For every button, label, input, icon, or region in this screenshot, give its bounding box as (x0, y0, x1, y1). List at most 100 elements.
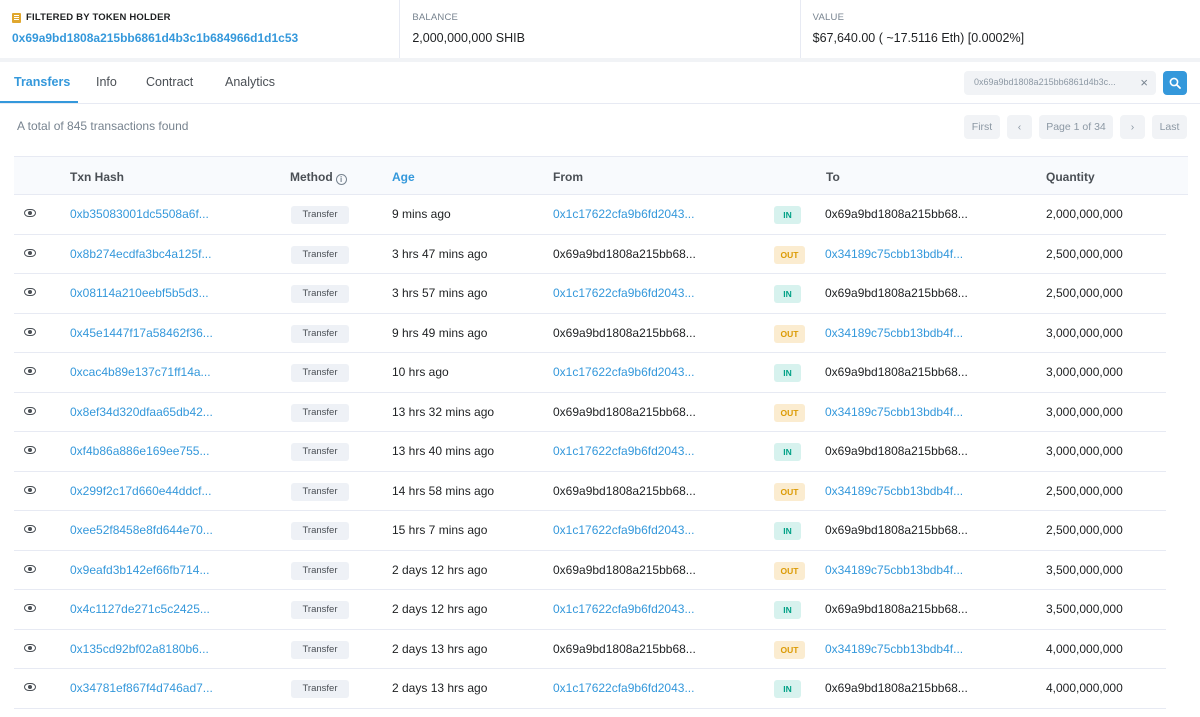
method-badge: Transfer (291, 364, 349, 382)
from-address[interactable]: 0x1c17622cfa9b6fd2043... (553, 444, 694, 458)
method-badge: Transfer (291, 324, 349, 343)
to-address[interactable]: 0x34189c75cbb13bdb4f... (825, 247, 963, 261)
txn-hash-link[interactable]: 0x8b274ecdfa3bc4a125f... (70, 247, 211, 261)
info-icon[interactable]: i (335, 174, 347, 185)
quantity-value: 3,000,000,000 (1046, 444, 1123, 458)
eye-icon[interactable] (24, 288, 36, 296)
direction-badge: OUT (774, 561, 805, 580)
direction-badge: IN (774, 443, 801, 461)
quantity-value: 3,500,000,000 (1046, 602, 1123, 616)
eye-icon[interactable] (24, 406, 36, 415)
txn-hash-link[interactable]: 0x299f2c17d660e44ddcf... (70, 484, 211, 498)
txn-hash-link[interactable]: 0xcac4b89e137c71ff14a... (70, 365, 211, 379)
table-row: 0xee52f8458e8fd644e70... Transfer 15 hrs 7… (14, 511, 1166, 551)
value-column: VALUE $67,640.00 ( ~17.5116 Eth) [0.0002… (801, 0, 1200, 58)
from-address: 0x69a9bd1808a215bb68... (553, 246, 696, 261)
eye-icon[interactable] (24, 446, 36, 454)
eye-icon[interactable] (24, 564, 36, 573)
to-address[interactable]: 0x34189c75cbb13bdb4f... (825, 563, 963, 577)
to-address[interactable]: 0x34189c75cbb13bdb4f... (825, 642, 963, 656)
quantity-value: 2,500,000,000 (1046, 523, 1123, 537)
txn-hash-link[interactable]: 0xee52f8458e8fd644e70... (70, 523, 213, 537)
pager-prev-button[interactable]: ‹ (1007, 115, 1032, 139)
from-address[interactable]: 0x1c17622cfa9b6fd2043... (553, 523, 694, 537)
pager-next-button[interactable]: › (1120, 115, 1145, 139)
age-text: 2 days 13 hrs ago (392, 641, 488, 656)
value-label: VALUE (812, 12, 845, 23)
eye-icon[interactable] (24, 604, 36, 612)
quantity-value: 2,500,000,000 (1046, 483, 1123, 498)
search-button[interactable] (1163, 71, 1187, 95)
eye-icon[interactable] (24, 525, 36, 533)
txn-hash-link[interactable]: 0x135cd92bf02a8180b6... (70, 642, 209, 656)
eye-icon[interactable] (24, 327, 36, 336)
method-badge: Transfer (291, 285, 349, 303)
col-age[interactable]: Age (392, 170, 415, 184)
holder-address-link[interactable]: 0x69a9bd1808a215bb6861d4b3c1b684966d1d1c… (12, 31, 387, 45)
txn-hash-link[interactable]: 0x08114a210eebf5b5d3... (70, 286, 209, 300)
table-row: 0x08114a210eebf5b5d3... Transfer 3 hrs 57 … (14, 274, 1166, 314)
quantity-value: 4,000,000,000 (1046, 681, 1123, 695)
pager-page-indicator: Page 1 of 34 (1039, 115, 1113, 139)
direction-badge: IN (774, 206, 801, 224)
to-address: 0x69a9bd1808a215bb68... (825, 681, 968, 695)
eye-icon[interactable] (24, 643, 36, 652)
eye-icon[interactable] (24, 485, 36, 494)
quantity-value: 3,000,000,000 (1046, 365, 1123, 379)
table-row: 0x45e1447f17a58462f36... Transfer 9 hrs 49… (14, 314, 1166, 353)
txn-hash-link[interactable]: 0x34781ef867f4d746ad7... (70, 681, 213, 695)
txn-hash-link[interactable]: 0x4c1127de271c5c2425... (70, 602, 210, 616)
to-address: 0x69a9bd1808a215bb68... (825, 207, 968, 221)
tab-analytics[interactable]: Analytics (225, 75, 275, 89)
direction-badge: IN (774, 522, 801, 540)
txn-hash-link[interactable]: 0x9eafd3b142ef66fb714... (70, 563, 209, 577)
direction-badge: OUT (774, 245, 805, 264)
holder-label-row: FILTERED BY TOKEN HOLDER (12, 12, 387, 23)
value-amount: $67,640.00 ( ~17.5116 Eth) [0.0002%] (812, 31, 1025, 45)
quantity-value: 3,000,000,000 (1046, 325, 1123, 340)
pager-first-button[interactable]: First (964, 115, 1000, 139)
tab-transfers[interactable]: Transfers (14, 75, 70, 89)
quantity-value: 2,000,000,000 (1046, 207, 1123, 221)
eye-icon[interactable] (24, 209, 36, 217)
method-badge: Transfer (291, 561, 349, 580)
from-address[interactable]: 0x1c17622cfa9b6fd2043... (553, 681, 694, 695)
from-address[interactable]: 0x1c17622cfa9b6fd2043... (553, 207, 694, 221)
from-address: 0x69a9bd1808a215bb68... (553, 562, 696, 577)
eye-icon[interactable] (24, 683, 36, 691)
holder-column: FILTERED BY TOKEN HOLDER 0x69a9bd1808a21… (0, 0, 401, 58)
direction-badge: IN (774, 364, 801, 382)
table-row: 0xf4b86a886e169ee755... Transfer 13 hrs 40… (14, 432, 1166, 472)
age-text: 9 mins ago (392, 207, 451, 221)
quantity-value: 2,500,000,000 (1046, 246, 1123, 261)
txn-hash-link[interactable]: 0x8ef34d320dfaa65db42... (70, 405, 213, 419)
method-badge: Transfer (291, 403, 349, 422)
eye-icon[interactable] (24, 248, 36, 257)
close-icon[interactable]: × (1140, 75, 1148, 90)
pager-last-button[interactable]: Last (1152, 115, 1187, 139)
method-badge: Transfer (291, 522, 349, 540)
to-address[interactable]: 0x34189c75cbb13bdb4f... (825, 405, 963, 419)
to-address[interactable]: 0x34189c75cbb13bdb4f... (825, 484, 963, 498)
table-row: 0x9eafd3b142ef66fb714... Transfer 2 days 1… (14, 551, 1166, 590)
quantity-value: 4,000,000,000 (1046, 641, 1123, 656)
to-address[interactable]: 0x34189c75cbb13bdb4f... (825, 326, 963, 340)
token-holder-summary: FILTERED BY TOKEN HOLDER 0x69a9bd1808a21… (0, 0, 1200, 58)
quantity-value: 3,000,000,000 (1046, 404, 1123, 419)
txn-hash-link[interactable]: 0x45e1447f17a58462f36... (70, 326, 213, 340)
txn-hash-link[interactable]: 0xf4b86a886e169ee755... (70, 444, 209, 458)
search-icon (1169, 77, 1181, 89)
from-address: 0x69a9bd1808a215bb68... (553, 404, 696, 419)
from-address[interactable]: 0x1c17622cfa9b6fd2043... (553, 286, 694, 300)
to-address: 0x69a9bd1808a215bb68... (825, 365, 968, 379)
tab-contract[interactable]: Contract (146, 75, 193, 89)
col-quantity: Quantity (1046, 170, 1095, 184)
tab-info[interactable]: Info (96, 75, 117, 89)
txn-hash-link[interactable]: 0xb35083001dc5508a6f... (70, 207, 209, 221)
eye-icon[interactable] (24, 367, 36, 375)
to-address: 0x69a9bd1808a215bb68... (825, 444, 968, 458)
from-address[interactable]: 0x1c17622cfa9b6fd2043... (553, 365, 694, 379)
age-text: 2 days 12 hrs ago (392, 562, 488, 577)
address-filter-input[interactable]: 0x69a9bd1808a215bb6861d4b3c... × (964, 71, 1156, 95)
from-address[interactable]: 0x1c17622cfa9b6fd2043... (553, 602, 694, 616)
